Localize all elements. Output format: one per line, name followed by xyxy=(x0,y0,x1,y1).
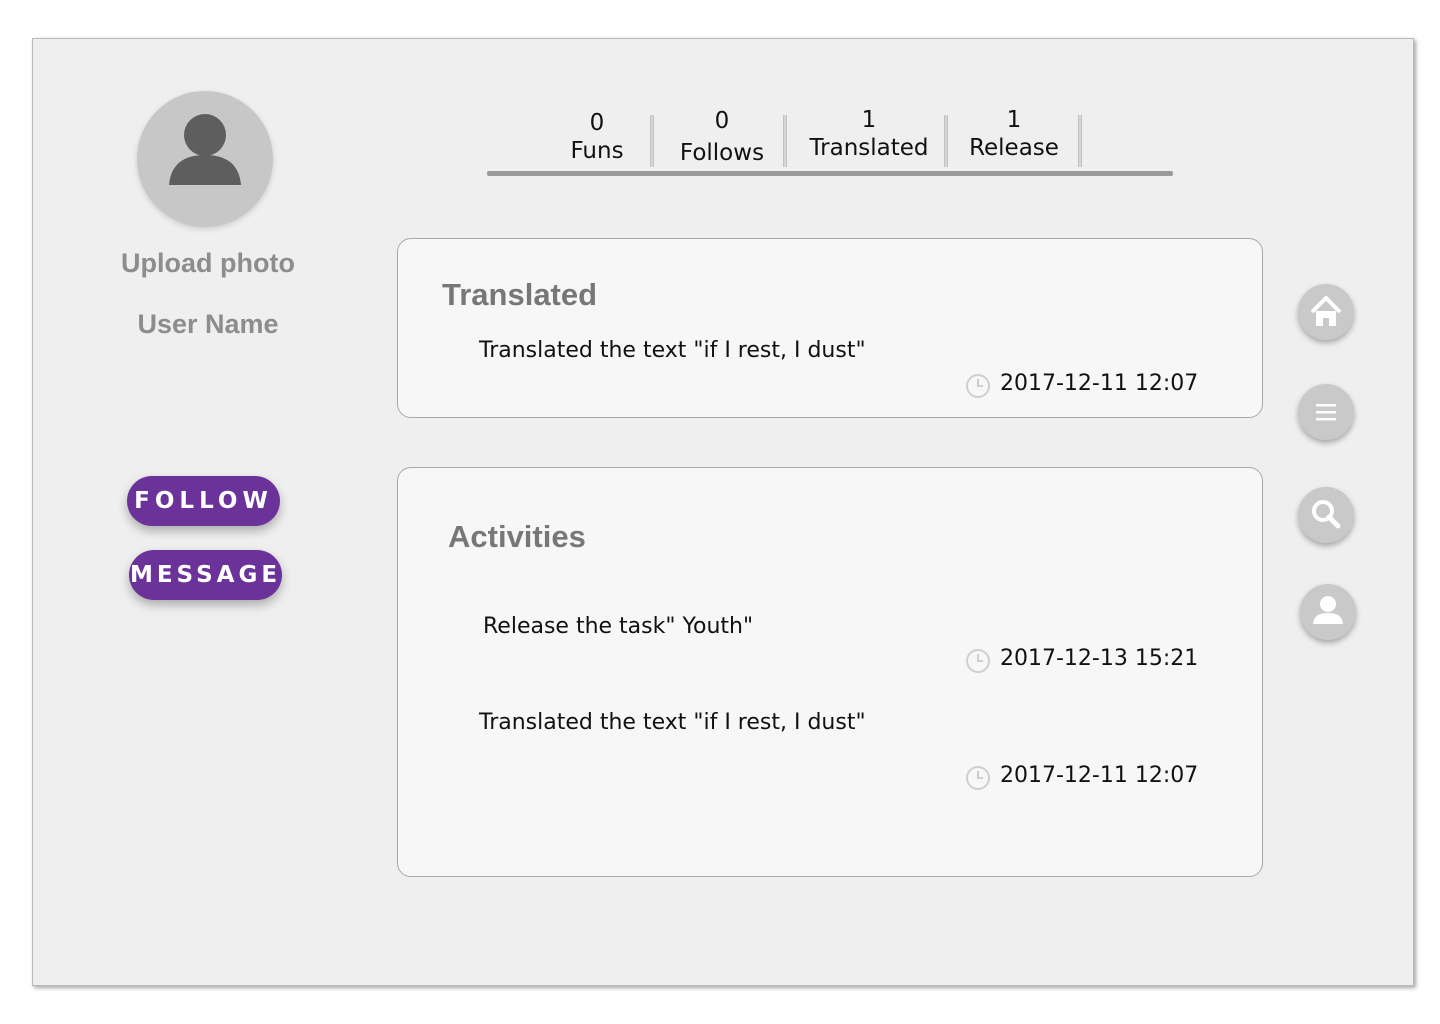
stats-underline xyxy=(487,171,1173,176)
stat-value: 0 xyxy=(714,108,730,134)
stat-label: Release xyxy=(969,135,1059,161)
activities-card: Activities Release the task" Youth" 2017… xyxy=(397,467,1263,877)
stat-label: Follows xyxy=(679,140,765,166)
upload-photo-label[interactable]: Upload photo xyxy=(98,248,318,279)
avatar[interactable] xyxy=(137,91,273,227)
clock-icon xyxy=(966,649,990,673)
search-button[interactable] xyxy=(1298,487,1354,543)
entry-text[interactable]: Translated the text "if I rest, I dust" xyxy=(479,338,866,363)
clock-icon xyxy=(966,766,990,790)
stat-funs[interactable]: 0 Funs xyxy=(559,109,635,165)
search-icon xyxy=(1312,500,1341,529)
entry-time: 2017-12-11 12:07 xyxy=(1000,763,1199,788)
stats-bar: 0 Funs 0 Follows 1 Translated 1 Release xyxy=(487,105,1173,179)
entry-time: 2017-12-13 15:21 xyxy=(1000,646,1199,671)
message-button[interactable]: MESSAGE xyxy=(129,550,282,600)
stat-translated[interactable]: 1 Translated xyxy=(799,106,939,162)
stat-release[interactable]: 1 Release xyxy=(963,106,1065,162)
entry-time: 2017-12-11 12:07 xyxy=(1000,371,1199,396)
entry-text[interactable]: Translated the text "if I rest, I dust" xyxy=(479,710,866,735)
clock-icon xyxy=(966,374,990,398)
user-name: User Name xyxy=(137,309,279,339)
card-title: Activities xyxy=(448,519,586,554)
stat-follows[interactable]: 0 Follows xyxy=(669,107,775,167)
profile-button[interactable] xyxy=(1300,584,1356,640)
user-silhouette-icon xyxy=(169,114,241,185)
stat-value: 0 xyxy=(589,110,605,136)
menu-icon xyxy=(1316,404,1336,421)
home-button[interactable] xyxy=(1298,284,1354,340)
stat-value: 1 xyxy=(861,107,877,133)
follow-button[interactable]: FOLLOW xyxy=(127,476,280,526)
stat-divider xyxy=(1078,115,1082,167)
stat-divider xyxy=(650,115,654,167)
stat-label: Funs xyxy=(570,138,624,164)
entry-text[interactable]: Release the task" Youth" xyxy=(483,614,753,639)
card-title: Translated xyxy=(442,277,598,312)
stat-divider xyxy=(944,115,948,167)
stat-label: Translated xyxy=(809,135,929,161)
menu-button[interactable] xyxy=(1298,384,1354,440)
stat-value: 1 xyxy=(1006,107,1022,133)
translated-card: Translated Translated the text "if I res… xyxy=(397,238,1263,418)
user-icon xyxy=(1313,596,1343,624)
home-icon xyxy=(1310,296,1342,326)
stat-divider xyxy=(783,115,787,167)
